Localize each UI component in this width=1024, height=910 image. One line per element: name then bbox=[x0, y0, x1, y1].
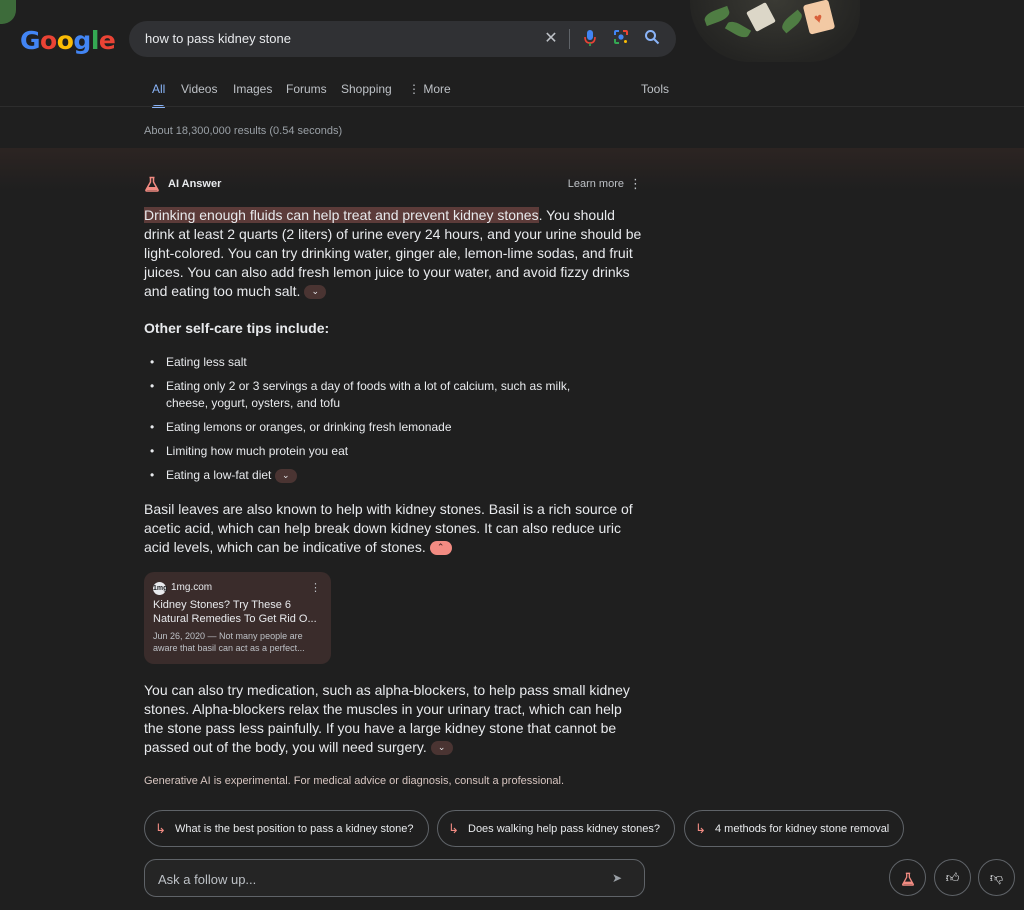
list-item: Eating less salt bbox=[144, 354, 614, 371]
list-item: Eating a low-fat diet ⌄ bbox=[144, 467, 614, 484]
reply-arrow-icon: ↳ bbox=[695, 821, 706, 836]
source-favicon: 1mg bbox=[153, 582, 167, 595]
send-icon[interactable]: ➤ bbox=[612, 871, 622, 885]
thumbs-down-icon: 👎︎ bbox=[989, 870, 1004, 885]
ai-answer-header: AI Answer Learn more ⋮ bbox=[144, 176, 644, 194]
expand-chevron-icon[interactable]: ⌄ bbox=[430, 741, 453, 756]
doodle-leaf bbox=[724, 18, 752, 41]
source-title[interactable]: Kidney Stones? Try These 6 Natural Remed… bbox=[153, 598, 323, 626]
search-icon[interactable] bbox=[642, 29, 662, 49]
tabs-divider bbox=[0, 106, 1024, 107]
clear-icon[interactable]: ✕ bbox=[541, 29, 561, 49]
doodle-leaf-decoration bbox=[0, 0, 16, 24]
reply-arrow-icon: ↳ bbox=[155, 821, 166, 836]
doodle-paper bbox=[746, 2, 776, 32]
suggestion-text: What is the best position to pass a kidn… bbox=[175, 823, 414, 835]
self-care-subheading: Other self-care tips include: bbox=[144, 320, 330, 336]
tab-forums[interactable]: Forums bbox=[286, 82, 327, 108]
paragraph-2-text: Basil leaves are also known to help with… bbox=[144, 501, 633, 555]
list-item: Eating lemons or oranges, or drinking fr… bbox=[144, 419, 614, 436]
doodle-illustration[interactable]: ♥ bbox=[690, 0, 860, 62]
suggestion-chip[interactable]: ↳ Does walking help pass kidney stones? bbox=[437, 810, 675, 847]
list-item: Eating only 2 or 3 servings a day of foo… bbox=[144, 378, 614, 412]
source-site: 1mg.com bbox=[171, 582, 213, 593]
header: Google how to pass kidney stone ✕ ♥ bbox=[0, 0, 1024, 78]
thumbs-up-button[interactable]: 👍︎ bbox=[934, 859, 971, 896]
source-menu-icon[interactable]: ⋮ bbox=[310, 581, 321, 594]
more-dots-icon: ⋮ bbox=[408, 82, 424, 96]
learn-more-link[interactable]: Learn more bbox=[568, 178, 624, 190]
lens-icon[interactable] bbox=[611, 29, 631, 49]
search-input[interactable]: how to pass kidney stone bbox=[145, 31, 291, 46]
search-tabs: All Videos Images Forums Shopping ⋮ More… bbox=[144, 80, 1024, 108]
tab-images[interactable]: Images bbox=[233, 82, 272, 108]
flask-icon bbox=[144, 176, 160, 197]
tab-shopping[interactable]: Shopping bbox=[341, 82, 392, 108]
search-divider bbox=[569, 29, 570, 49]
paragraph-3-text: You can also try medication, such as alp… bbox=[144, 682, 630, 755]
source-snippet: Jun 26, 2020 — Not many people are aware… bbox=[153, 631, 305, 653]
tab-tools[interactable]: Tools bbox=[641, 82, 669, 108]
suggestion-text: Does walking help pass kidney stones? bbox=[468, 823, 661, 835]
doodle-leaf bbox=[779, 9, 805, 34]
suggestion-text: 4 methods for kidney stone removal bbox=[715, 823, 890, 835]
mic-icon[interactable] bbox=[580, 29, 600, 49]
list-item-text: Eating a low-fat diet bbox=[166, 468, 272, 482]
thumbs-down-button[interactable]: 👎︎ bbox=[978, 859, 1015, 896]
list-item: Limiting how much protein you eat bbox=[144, 443, 614, 460]
ai-disclaimer: Generative AI is experimental. For medic… bbox=[144, 775, 565, 787]
result-stats: About 18,300,000 results (0.54 seconds) bbox=[144, 125, 343, 137]
expand-chevron-icon[interactable]: ⌄ bbox=[274, 468, 297, 483]
ai-answer-label: AI Answer bbox=[168, 178, 222, 190]
ai-menu-icon[interactable]: ⋮ bbox=[629, 176, 642, 192]
labs-button[interactable] bbox=[889, 859, 926, 896]
ai-paragraph-1: Drinking enough fluids can help treat an… bbox=[144, 206, 644, 301]
flask-icon bbox=[901, 870, 915, 886]
google-logo[interactable]: Google bbox=[20, 26, 116, 55]
tab-videos[interactable]: Videos bbox=[181, 82, 217, 108]
ai-paragraph-3: You can also try medication, such as alp… bbox=[144, 681, 644, 757]
follow-up-input[interactable]: Ask a follow up... ➤ bbox=[144, 859, 645, 897]
expand-chevron-icon[interactable]: ⌄ bbox=[304, 285, 327, 300]
source-card[interactable]: 1mg 1mg.com ⋮ Kidney Stones? Try These 6… bbox=[144, 572, 331, 664]
tab-more-label: More bbox=[423, 82, 451, 96]
tab-all[interactable]: All bbox=[152, 82, 166, 108]
search-box[interactable]: how to pass kidney stone ✕ bbox=[129, 21, 676, 57]
highlighted-answer: Drinking enough fluids can help treat an… bbox=[144, 207, 539, 223]
thumbs-up-icon: 👍︎ bbox=[945, 870, 960, 885]
suggestion-chip[interactable]: ↳ 4 methods for kidney stone removal bbox=[684, 810, 904, 847]
reply-arrow-icon: ↳ bbox=[448, 821, 459, 836]
suggestion-chip[interactable]: ↳ What is the best position to pass a ki… bbox=[144, 810, 429, 847]
tab-more[interactable]: ⋮ More bbox=[408, 82, 451, 108]
ai-paragraph-2: Basil leaves are also known to help with… bbox=[144, 500, 644, 557]
follow-up-placeholder: Ask a follow up... bbox=[158, 872, 257, 887]
collapse-chevron-icon[interactable]: ⌃ bbox=[429, 541, 452, 556]
